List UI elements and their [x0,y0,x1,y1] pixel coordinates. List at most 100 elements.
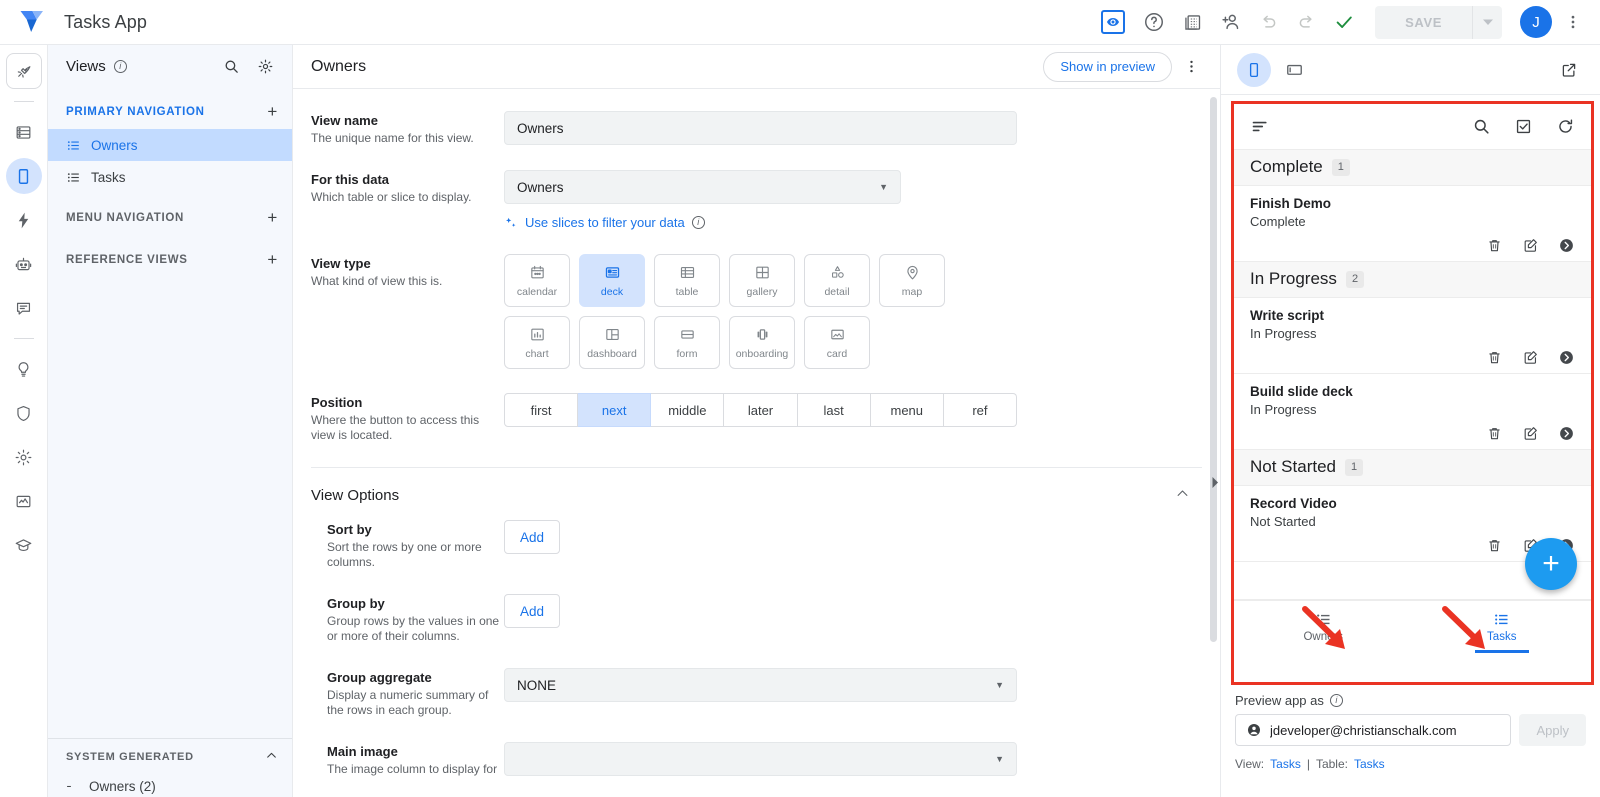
slices-info-icon[interactable]: i [691,216,705,229]
position-option-ref[interactable]: ref [943,393,1017,427]
overflow-menu-icon[interactable] [1556,5,1590,39]
undo-icon[interactable] [1251,5,1285,39]
position-option-last[interactable]: last [797,393,871,427]
position-option-later[interactable]: later [724,393,798,427]
view-value[interactable]: Tasks [1270,757,1301,771]
chatbot-icon[interactable] [6,246,42,282]
list-item[interactable]: Build slide deck In Progress [1234,374,1591,450]
list-item[interactable]: Write script In Progress [1234,298,1591,374]
avatar[interactable]: J [1520,6,1552,38]
preview-meta: View: Tasks | Table: Tasks [1235,757,1586,771]
check-icon[interactable] [1327,5,1361,39]
for-this-data-select[interactable]: Owners ▼ [504,170,901,204]
chevron-up-icon[interactable] [1175,486,1190,504]
sort-by-add-button[interactable]: Add [504,520,560,554]
views-search-icon[interactable] [218,53,244,79]
group-by-add-button[interactable]: Add [504,594,560,628]
table-icon[interactable] [1175,5,1209,39]
phone-icon[interactable] [1237,52,1271,87]
field-desc: Group rows by the values in one or more … [327,614,500,643]
sidebar-item-owners[interactable]: Owners [48,129,292,161]
bottom-nav-tasks[interactable]: Tasks [1413,601,1592,652]
view-type-dashboard[interactable]: dashboard [579,316,645,369]
navigate-icon[interactable] [1558,425,1575,442]
view-type-deck[interactable]: deck [579,254,645,307]
navigate-icon[interactable] [1558,237,1575,254]
navigate-icon[interactable] [1558,349,1575,366]
automation-icon[interactable] [6,202,42,238]
show-in-preview-button[interactable]: Show in preview [1043,51,1172,82]
chevron-down-icon: ▼ [995,754,1004,764]
edit-icon[interactable] [1522,349,1539,366]
view-type-form[interactable]: form [654,316,720,369]
view-type-map[interactable]: map [879,254,945,307]
editor-overflow-menu-icon[interactable] [1178,54,1204,80]
add-record-fab[interactable]: + [1525,538,1577,590]
edit-icon[interactable] [1522,425,1539,442]
add-primary-view-button[interactable]: + [267,102,278,122]
editor-scrollbar[interactable] [1210,97,1217,642]
apply-button[interactable]: Apply [1519,714,1586,746]
bottom-nav-owners[interactable]: Owners [1234,601,1413,652]
delete-icon[interactable] [1486,425,1503,442]
view-type-detail[interactable]: detail [804,254,870,307]
chevron-up-icon[interactable] [265,749,278,765]
view-name-input[interactable]: Owners [504,111,1017,145]
system-generated-header[interactable]: SYSTEM GENERATED [48,739,292,775]
field-view-type: View type What kind of view this is. cal… [293,254,1220,369]
view-options-header[interactable]: View Options [293,468,1220,520]
preview-as-info-icon[interactable]: i [1329,694,1343,707]
checkbox-icon[interactable] [1514,117,1533,136]
view-type-table[interactable]: table [654,254,720,307]
view-type-gallery[interactable]: gallery [729,254,795,307]
add-person-icon[interactable] [1213,5,1247,39]
open-in-new-icon[interactable] [1552,53,1586,87]
rocket-icon[interactable] [5,53,42,89]
list-item[interactable]: Finish Demo Complete [1234,186,1591,262]
sort-menu-icon[interactable] [1250,116,1271,137]
delete-icon[interactable] [1486,537,1503,554]
position-option-first[interactable]: first [504,393,579,427]
preview-eye-icon[interactable] [1101,10,1126,34]
use-slices-link[interactable]: Use slices to filter your data i [504,215,1190,230]
view-type-onboarding[interactable]: onboarding [729,316,795,369]
main-image-select[interactable]: ▼ [504,742,1017,776]
view-type-calendar[interactable]: calendar [504,254,570,307]
app-device-icon[interactable] [5,158,42,194]
intelligence-icon[interactable] [6,351,42,387]
view-type-chart[interactable]: chart [504,316,570,369]
collapse-preview-handle[interactable] [1209,465,1221,499]
save-dropdown-caret-icon[interactable] [1472,5,1502,39]
search-icon[interactable] [1472,117,1491,136]
settings-icon[interactable] [6,439,42,475]
add-menu-view-button[interactable]: + [267,208,278,228]
delete-icon[interactable] [1486,237,1503,254]
selected-value: Owners [517,179,564,195]
table-value[interactable]: Tasks [1354,757,1385,771]
refresh-icon[interactable] [1556,117,1575,136]
monitor-icon[interactable] [6,483,42,519]
position-option-middle[interactable]: middle [651,393,725,427]
preview-user-input[interactable]: jdeveloper@christianschalk.com [1235,714,1512,746]
group-aggregate-select[interactable]: NONE ▼ [504,668,1017,702]
security-icon[interactable] [6,395,42,431]
views-settings-icon[interactable] [252,53,278,79]
save-button[interactable]: SAVE [1375,5,1472,39]
redo-icon[interactable] [1289,5,1323,39]
meta-separator: | [1306,757,1310,771]
sidebar-item-tasks[interactable]: Tasks [48,161,292,193]
card-icon [830,329,844,339]
view-type-card[interactable]: card [804,316,870,369]
help-icon[interactable] [1137,5,1171,39]
edit-icon[interactable] [1522,237,1539,254]
learn-icon[interactable] [6,527,42,563]
data-icon[interactable] [6,114,42,150]
tablet-icon[interactable] [1277,53,1311,87]
system-generated-item[interactable]: Owners (2) [48,775,292,797]
position-option-menu[interactable]: menu [870,393,944,427]
chat-icon[interactable] [6,290,42,326]
views-info-icon[interactable]: i [113,59,127,73]
add-reference-view-button[interactable]: + [267,250,278,270]
delete-icon[interactable] [1486,349,1503,366]
position-option-next[interactable]: next [578,393,652,427]
